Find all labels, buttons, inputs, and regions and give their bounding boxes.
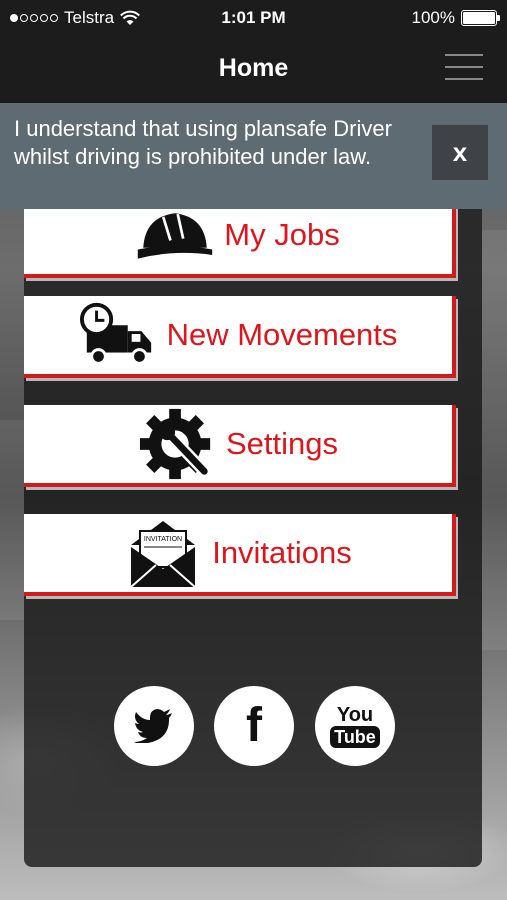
close-icon: x (452, 137, 468, 167)
status-bar: Telstra 1:01 PM 100% (0, 0, 507, 34)
status-right: 100% (411, 8, 500, 28)
hard-hat-icon (136, 201, 214, 269)
youtube-icon: You Tube (330, 704, 380, 748)
youtube-button[interactable]: You Tube (315, 686, 395, 766)
bg-detail (0, 420, 24, 620)
battery-percent: 100% (411, 8, 455, 27)
invitation-envelope-icon: INVITATION (124, 519, 202, 588)
youtube-bottom: Tube (330, 726, 380, 748)
invitation-icon-text: INVITATION (144, 536, 182, 543)
warning-message: I understand that using plansafe Driver … (14, 116, 392, 169)
invitations-label: Invitations (212, 535, 352, 570)
twitter-button[interactable] (114, 686, 194, 766)
bg-detail (482, 230, 507, 650)
invitations-button[interactable]: INVITATION Invitations (24, 514, 456, 596)
facebook-button[interactable]: f (214, 686, 294, 766)
settings-button[interactable]: Settings (24, 405, 456, 487)
menu-hamburger-icon[interactable] (445, 54, 483, 80)
driving-warning-banner: I understand that using plansafe Driver … (0, 103, 507, 209)
settings-label: Settings (225, 426, 338, 461)
twitter-icon (134, 709, 172, 743)
facebook-icon: f (246, 699, 262, 752)
nav-bar: Home (0, 34, 507, 103)
my-jobs-label: My Jobs (224, 217, 340, 252)
new-movements-button[interactable]: New Movements (24, 296, 456, 378)
battery-icon (461, 10, 500, 26)
youtube-top: You (336, 704, 374, 726)
new-movements-label: New Movements (166, 317, 398, 352)
close-banner-button[interactable]: x (432, 125, 488, 180)
page-title: Home (218, 54, 289, 82)
gear-wrench-icon (138, 408, 216, 480)
truck-clock-icon (79, 301, 157, 369)
